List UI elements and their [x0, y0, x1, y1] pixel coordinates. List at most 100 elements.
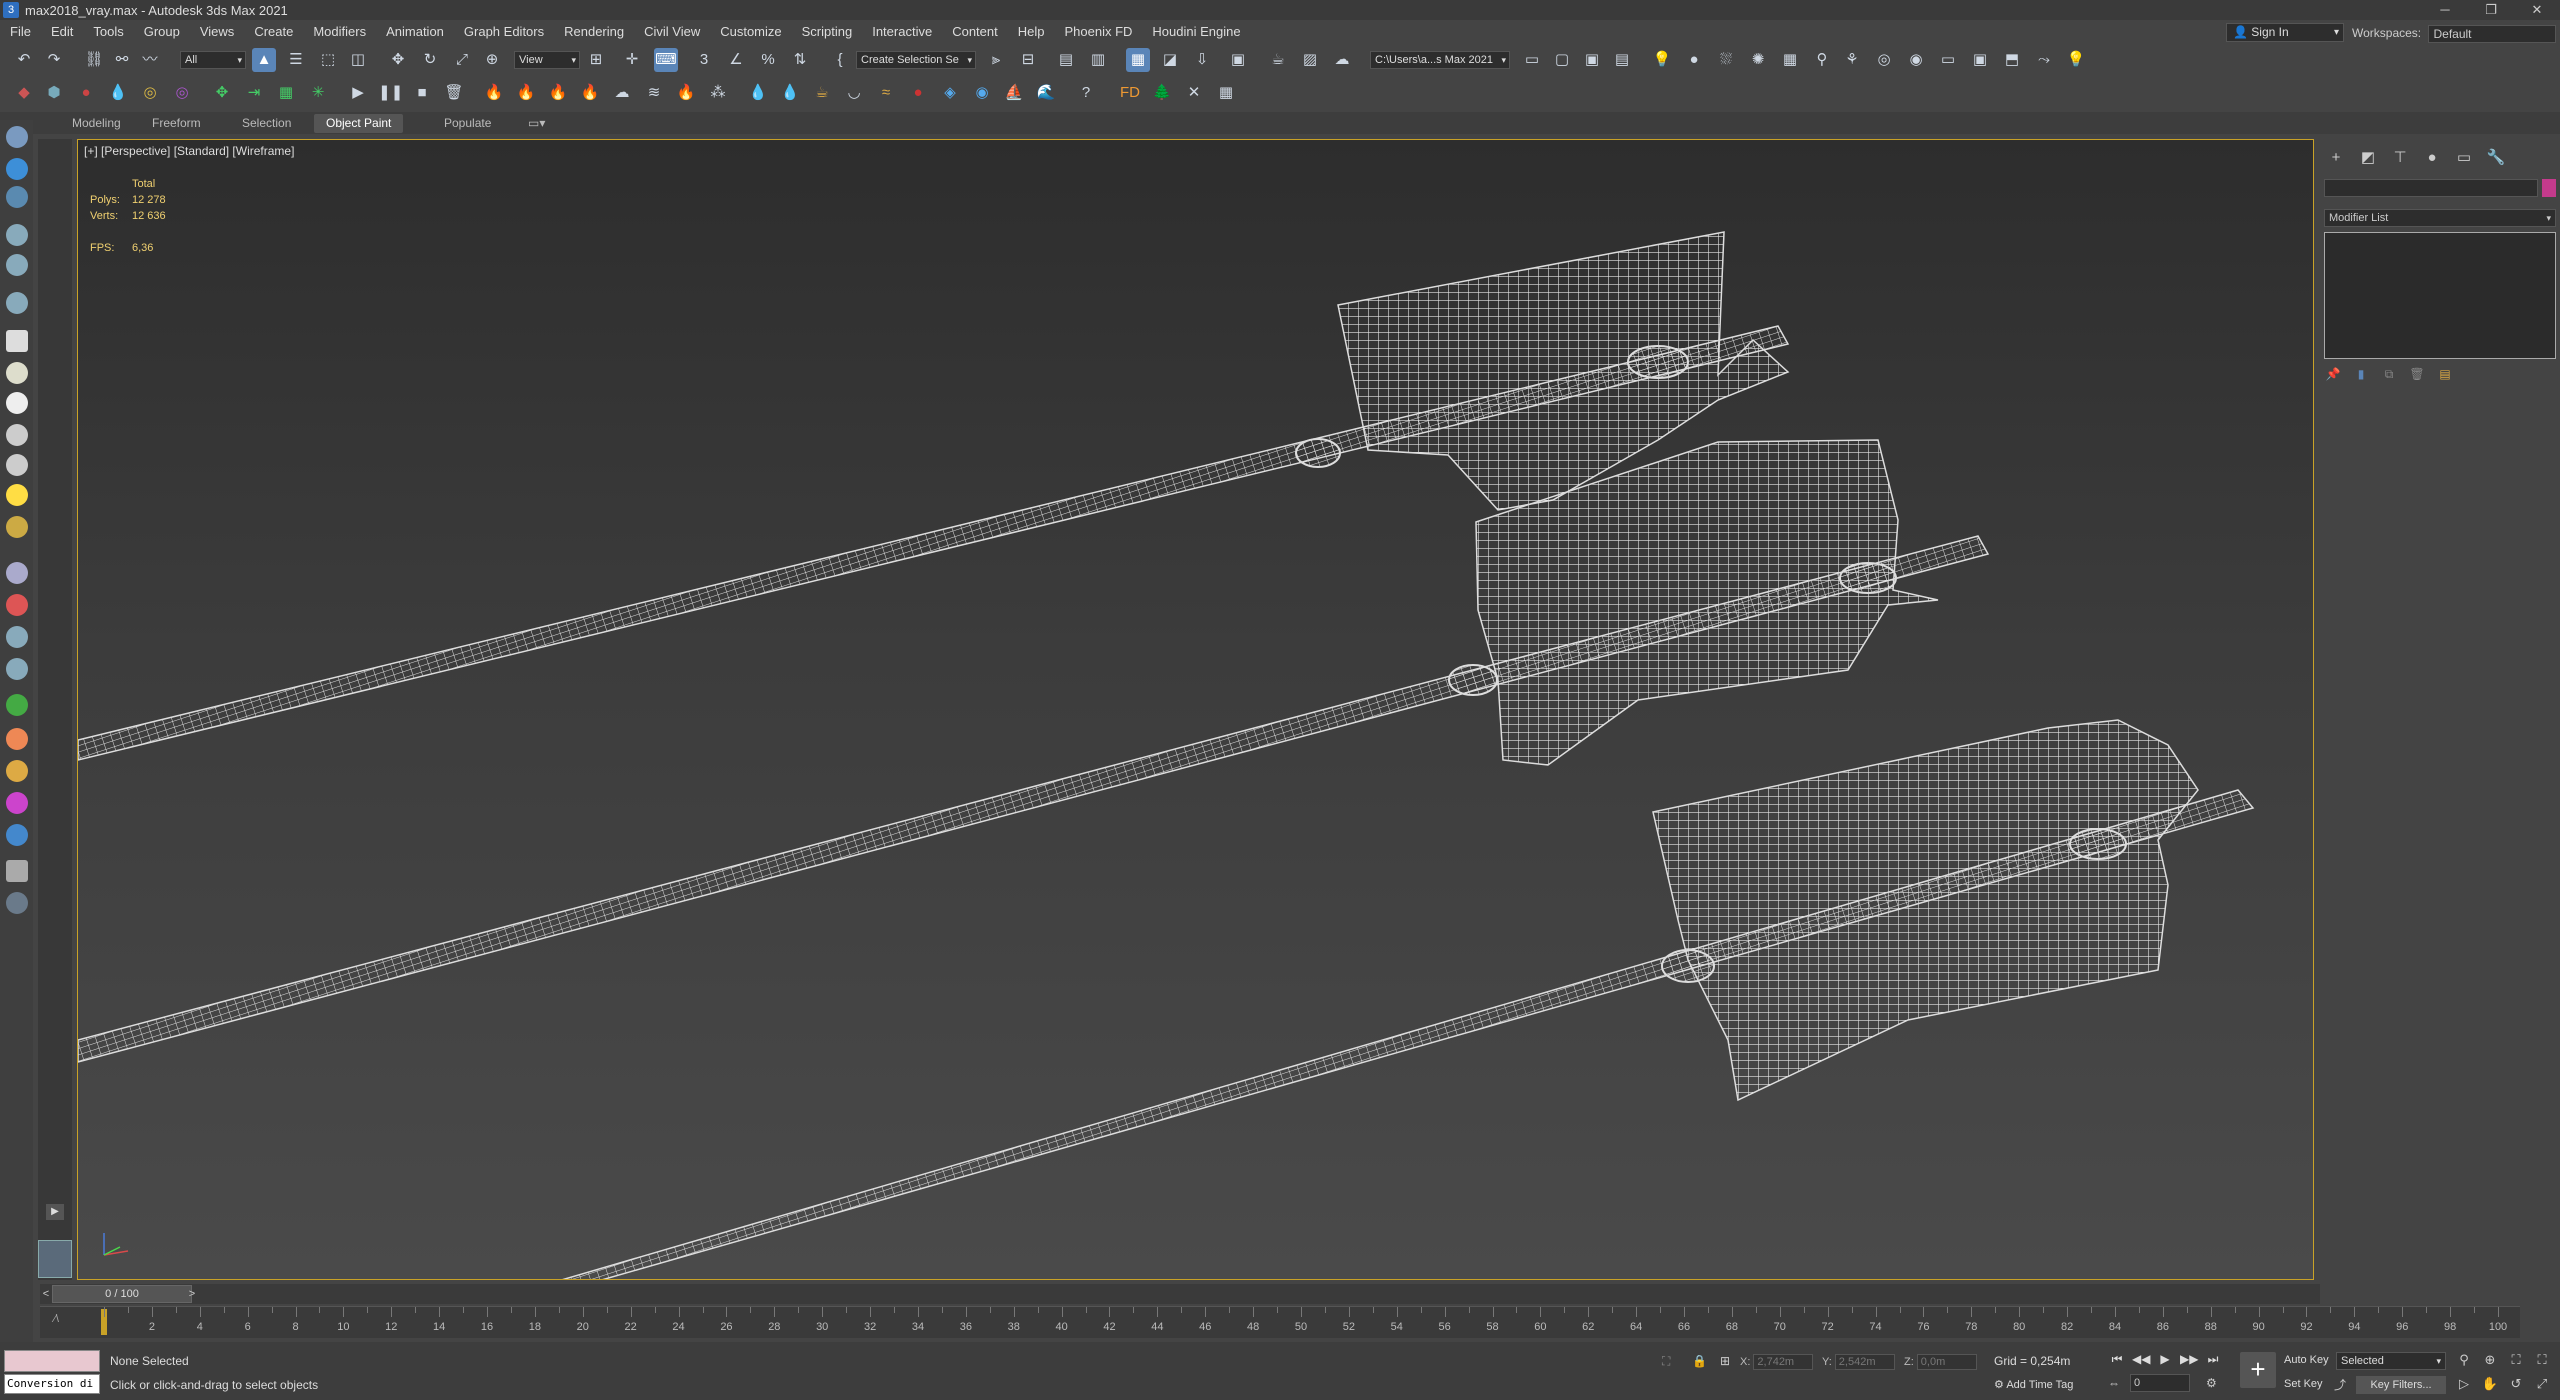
plane-icon[interactable]: [6, 330, 28, 352]
material-sphere-icon[interactable]: [6, 728, 28, 750]
grid-icon[interactable]: [6, 562, 28, 584]
rotate-icon[interactable]: ↻: [418, 48, 442, 72]
paint-icon[interactable]: [6, 594, 28, 616]
sphere-icon[interactable]: [6, 392, 28, 414]
play-icon[interactable]: ▶: [346, 81, 370, 105]
vray-settings-icon[interactable]: ⬒: [2000, 48, 2024, 72]
select-by-name-icon[interactable]: ☰: [284, 48, 308, 72]
bowl-icon[interactable]: ◡: [842, 81, 866, 105]
sign-in-dropdown[interactable]: 👤 Sign In: [2226, 23, 2344, 42]
go-to-start-icon[interactable]: ⏮: [2108, 1350, 2126, 1368]
restore-button[interactable]: ❐: [2468, 0, 2514, 20]
scene-explorer-icon[interactable]: ▤: [1054, 48, 1078, 72]
render-setup-icon[interactable]: ☕: [1266, 48, 1290, 72]
drop-icon[interactable]: 💧: [106, 81, 130, 105]
timeline-mini-curve-icon[interactable]: ⁄\: [54, 1313, 59, 1325]
go-to-end-icon[interactable]: ⏭: [2204, 1350, 2222, 1368]
torus-icon[interactable]: [6, 516, 28, 538]
bind-space-warp-icon[interactable]: 〰: [138, 48, 162, 72]
smoke-icon[interactable]: ☁: [610, 81, 634, 105]
expand-arrow-icon[interactable]: ▶: [46, 1204, 64, 1220]
tab-object-paint[interactable]: Object Paint: [314, 114, 404, 133]
snaps-toggle-icon[interactable]: 3: [692, 48, 716, 72]
layer-explorer-icon[interactable]: ▥: [1086, 48, 1110, 72]
timeline-track[interactable]: ⁄\ 2 4 6 8 10 12 14 16 18 20 22 24 26 28 30 32 34 36 38 40 4…: [40, 1306, 2520, 1338]
spinner-snap-icon[interactable]: ⇅: [788, 48, 812, 72]
unlink-icon[interactable]: ⚯: [110, 48, 134, 72]
blue-circle-icon[interactable]: ◉: [970, 81, 994, 105]
green-star-icon[interactable]: ✳: [306, 81, 330, 105]
pin-stack-icon[interactable]: 📌: [2324, 365, 2342, 383]
menu-tools[interactable]: Tools: [83, 21, 133, 43]
move-icon[interactable]: ✥: [386, 48, 410, 72]
maxscript-input[interactable]: Conversion di: [4, 1374, 100, 1394]
absolute-mode-icon[interactable]: ⊞: [1720, 1354, 1730, 1368]
pause-icon[interactable]: ❚❚: [378, 81, 403, 105]
modifier-stack[interactable]: [2324, 232, 2556, 359]
utilities-tab-icon[interactable]: 🔧: [2484, 147, 2508, 169]
menu-help[interactable]: Help: [1008, 21, 1055, 43]
vray-camera-icon[interactable]: ◎: [1872, 48, 1896, 72]
set-key-button[interactable]: Set Key: [2284, 1378, 2323, 1390]
auto-key-button[interactable]: Auto Key: [2284, 1354, 2329, 1366]
menu-create[interactable]: Create: [244, 21, 303, 43]
vray-light-lister-icon[interactable]: 💡: [2064, 48, 2088, 72]
tools-icon[interactable]: ✕: [1182, 81, 1206, 105]
edit-named-selection-icon[interactable]: {: [828, 48, 852, 72]
percent-snap-icon[interactable]: %: [756, 48, 780, 72]
undo-icon[interactable]: ↶: [12, 48, 36, 72]
named-selection-dropdown[interactable]: Create Selection Se: [856, 51, 976, 69]
select-manipulate-icon[interactable]: ✛: [620, 48, 644, 72]
fire-sim-icon[interactable]: 🔥: [514, 81, 538, 105]
cone-icon[interactable]: [6, 454, 28, 476]
tab-freeform[interactable]: Freeform: [140, 114, 213, 133]
motion-tab-icon[interactable]: ●: [2420, 147, 2444, 169]
workspaces-dropdown[interactable]: Default: [2428, 25, 2557, 43]
show-end-result-icon[interactable]: ▮: [2352, 365, 2370, 383]
perspective-viewport[interactable]: [+] [Perspective] [Standard] [Wireframe]…: [77, 139, 2314, 1280]
table-icon[interactable]: ▦: [1214, 81, 1238, 105]
menu-interactive[interactable]: Interactive: [862, 21, 942, 43]
particle-icon[interactable]: ⁂: [706, 81, 730, 105]
modify-tab-icon[interactable]: ◩: [2356, 147, 2380, 169]
tree-icon[interactable]: 🌲: [1150, 81, 1174, 105]
create-tab-icon[interactable]: +: [2324, 147, 2348, 169]
time-configuration-icon[interactable]: ⚙: [2206, 1376, 2217, 1390]
pivot-center-icon[interactable]: ⊞: [584, 48, 608, 72]
modifier-list-dropdown[interactable]: Modifier List: [2324, 209, 2556, 227]
pan-icon[interactable]: ✋: [2480, 1374, 2500, 1394]
orbit-icon[interactable]: ↺: [2506, 1374, 2526, 1394]
key-mode-dropdown[interactable]: Selected: [2336, 1352, 2446, 1370]
vray-region-icon[interactable]: ▭: [1936, 48, 1960, 72]
camera-icon[interactable]: [6, 254, 28, 276]
liquid-source-icon[interactable]: 💧: [746, 81, 770, 105]
fire-grid-icon[interactable]: 🔥: [578, 81, 602, 105]
default-in-out-tangents-icon[interactable]: ⤴: [2334, 1376, 2346, 1393]
x-coordinate-field[interactable]: 2,742m: [1753, 1354, 1814, 1370]
hierarchy-tab-icon[interactable]: ⊤: [2388, 147, 2412, 169]
blue-shield-icon[interactable]: ◈: [938, 81, 962, 105]
zoom-extents-icon[interactable]: ⛶: [2506, 1350, 2526, 1370]
schematic-view-icon[interactable]: ⇩: [1190, 48, 1214, 72]
add-time-tag[interactable]: ⚙ Add Time Tag: [1994, 1378, 2073, 1391]
sail-icon[interactable]: ⛵: [1002, 81, 1026, 105]
vray-sphere-icon[interactable]: ●: [1682, 48, 1706, 72]
color-palette-icon[interactable]: [6, 760, 28, 782]
menu-houdini-engine[interactable]: Houdini Engine: [1142, 21, 1250, 43]
bone-icon[interactable]: [6, 626, 28, 648]
maxscript-listener-mini[interactable]: [4, 1350, 100, 1372]
wave-icon[interactable]: 🌊: [1034, 81, 1058, 105]
tab-modeling[interactable]: Modeling: [60, 114, 133, 133]
vray-proxy-icon[interactable]: ⚲: [1810, 48, 1834, 72]
wind-icon[interactable]: ≋: [642, 81, 666, 105]
vray-frame-buffer-icon[interactable]: ◉: [1904, 48, 1928, 72]
material-editor-icon[interactable]: ▣: [1226, 48, 1250, 72]
y-coordinate-field[interactable]: 2,542m: [1834, 1354, 1895, 1370]
home-icon[interactable]: [6, 158, 28, 180]
vray-light-icon[interactable]: 💡: [1650, 48, 1674, 72]
green-arrow-icon[interactable]: ⇥: [242, 81, 266, 105]
keyboard-shortcut-override-icon[interactable]: ⌨: [654, 48, 678, 72]
field-of-view-icon[interactable]: ▷: [2454, 1374, 2474, 1394]
link-icon[interactable]: ⛓: [82, 48, 106, 72]
help-icon[interactable]: ?: [1074, 81, 1098, 105]
